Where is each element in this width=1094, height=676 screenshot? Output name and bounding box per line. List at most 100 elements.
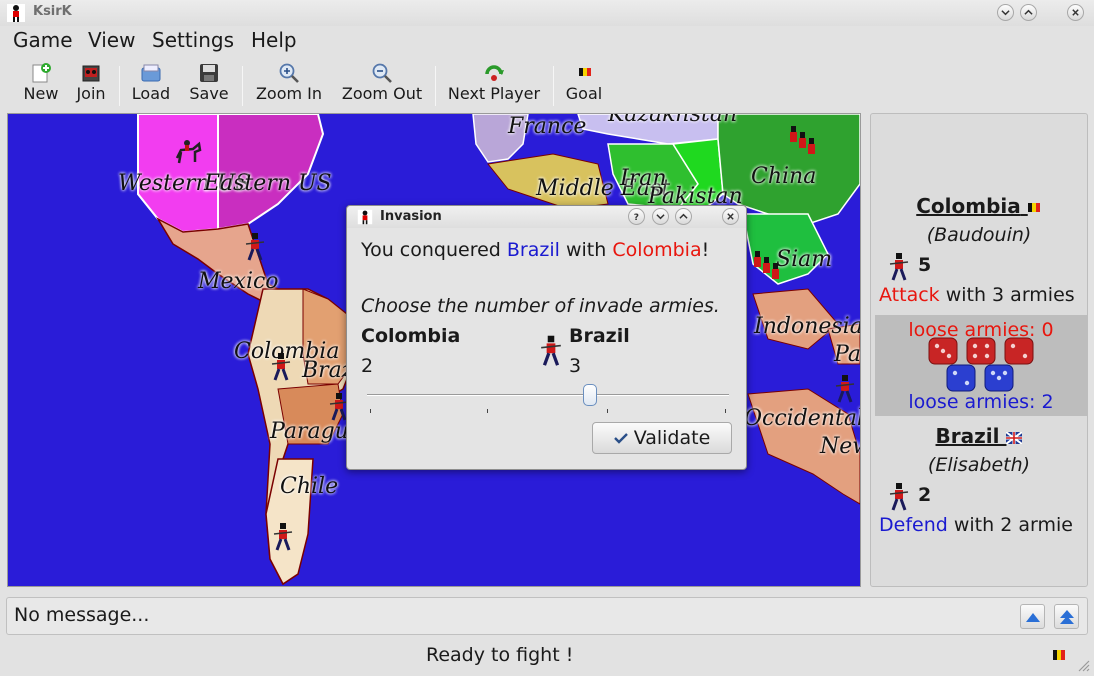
- ksirk-app-icon: [7, 4, 25, 22]
- close-icon: [727, 213, 734, 220]
- new-game-button[interactable]: New: [20, 58, 62, 108]
- belgian-flag-icon: [1053, 650, 1065, 660]
- toolbar-separator: [242, 66, 243, 106]
- slider-tick: [725, 409, 726, 413]
- invade-armies-slider[interactable]: [367, 384, 729, 424]
- invade-question: Choose the number of invade armies.: [361, 295, 720, 317]
- soldier-icon: [271, 353, 291, 381]
- validate-label: Validate: [633, 427, 711, 449]
- next-player-icon: [485, 65, 504, 81]
- left-country-name: Colombia: [361, 325, 461, 347]
- menu-settings[interactable]: Settings: [152, 28, 234, 52]
- soldier-icon: [245, 233, 265, 261]
- resize-grip-icon[interactable]: [1076, 658, 1090, 672]
- chevron-up-icon: [1024, 9, 1033, 15]
- slider-tick: [607, 409, 608, 413]
- territory-label-china: China: [751, 164, 817, 189]
- defender-army-count: 2: [918, 484, 932, 506]
- menu-bar: Game View Settings Help: [0, 26, 1094, 56]
- maximize-button[interactable]: [1020, 4, 1037, 21]
- goal-label: Goal: [565, 84, 603, 103]
- zoom-in-button[interactable]: Zoom In: [252, 58, 326, 108]
- conquered-country: Brazil: [506, 239, 560, 261]
- message-top-button[interactable]: [1054, 604, 1079, 629]
- toolbar-separator: [553, 66, 554, 106]
- defend-word: Defend: [879, 514, 948, 536]
- territory-label-france: France: [508, 114, 587, 139]
- left-army-count: 2: [361, 355, 374, 377]
- join-icon: [82, 65, 100, 82]
- help-icon: ?: [634, 213, 639, 221]
- slider-tick: [487, 409, 488, 413]
- ksirk-app-icon: [357, 209, 373, 225]
- new-label: New: [23, 84, 59, 103]
- attacker-country: Colombia: [871, 194, 1087, 218]
- chevron-down-icon: [656, 214, 665, 220]
- slider-tick: [370, 409, 371, 413]
- join-game-button[interactable]: Join: [72, 58, 110, 108]
- arrow-up-icon: [1025, 612, 1040, 622]
- svg-text:?: ?: [634, 213, 639, 221]
- menu-help[interactable]: Help: [251, 28, 297, 52]
- load-game-button[interactable]: Load: [129, 58, 173, 108]
- soldier-icon: [889, 483, 909, 511]
- zoom-in-label: Zoom In: [255, 84, 323, 103]
- toolbar-separator: [435, 66, 436, 106]
- source-country: Colombia: [612, 239, 702, 261]
- new-document-icon: [32, 63, 51, 83]
- dice-area: loose armies: 0 loose armies: 2: [875, 315, 1087, 416]
- save-label: Save: [189, 84, 229, 103]
- territory-label-new: New: [820, 434, 860, 459]
- message-up-button[interactable]: [1020, 604, 1045, 629]
- dialog-help-button[interactable]: ?: [628, 208, 645, 225]
- minimize-button[interactable]: [997, 4, 1014, 21]
- defend-rest: with 2 armie: [947, 514, 1073, 536]
- close-icon: [1072, 9, 1079, 16]
- dialog-maximize-button[interactable]: [675, 208, 692, 225]
- menu-game[interactable]: Game: [13, 28, 73, 52]
- close-button[interactable]: [1067, 4, 1084, 21]
- right-country-name: Brazil: [569, 325, 630, 347]
- zoom-out-button[interactable]: Zoom Out: [339, 58, 425, 108]
- soldier-icon: [835, 375, 855, 403]
- dialog-title: Invasion: [380, 209, 442, 224]
- menu-view[interactable]: View: [88, 28, 135, 52]
- slider-track: [367, 394, 729, 396]
- defender-player: (Elisabeth): [927, 454, 1031, 476]
- check-icon: [613, 433, 628, 444]
- cavalry-icon: [175, 140, 202, 164]
- toolbar: New Join Load Save Zoom In Zoom Out Next…: [0, 58, 1094, 110]
- territory-label-occidental: Occidental: [744, 406, 861, 431]
- territory-label-siam: Siam: [776, 247, 833, 272]
- chevron-up-icon: [679, 213, 688, 219]
- save-game-button[interactable]: Save: [187, 58, 231, 108]
- attack-word: Attack: [879, 284, 940, 306]
- validate-button[interactable]: Validate: [592, 422, 732, 454]
- soldier-icon: [273, 523, 293, 551]
- join-label: Join: [76, 84, 106, 103]
- territory-label-pa: Pa: [834, 342, 861, 367]
- slider-handle[interactable]: [583, 384, 597, 406]
- belgian-flag-icon: [579, 68, 591, 76]
- save-icon: [200, 64, 218, 82]
- chevron-down-icon: [1001, 10, 1010, 16]
- next-player-button[interactable]: Next Player: [445, 58, 543, 108]
- dialog-minimize-button[interactable]: [652, 208, 669, 225]
- soldier-icon: [889, 253, 909, 281]
- title-bar: KsirK: [0, 0, 1094, 26]
- status-text: Ready to fight !: [426, 644, 574, 666]
- attack-rest: with 3 armies: [939, 284, 1075, 306]
- goal-button[interactable]: Goal: [563, 58, 605, 108]
- dialog-close-button[interactable]: [722, 208, 739, 225]
- defend-summary: Defend with 2 armie: [879, 514, 1073, 536]
- soldier-icon: [541, 335, 561, 366]
- uk-flag-icon: [1005, 430, 1024, 445]
- soldier-group-icon: [790, 126, 815, 154]
- message-text: No message...: [14, 604, 150, 626]
- belgian-flag-icon: [1027, 202, 1040, 212]
- territory-label-kazakhstan: Kazakhstan: [608, 113, 738, 127]
- attacker-player: (Baudouin): [926, 224, 1032, 246]
- territory-label-chile: Chile: [280, 474, 339, 499]
- attack-summary: Attack with 3 armies: [879, 284, 1075, 306]
- zoom-in-icon: [279, 63, 299, 83]
